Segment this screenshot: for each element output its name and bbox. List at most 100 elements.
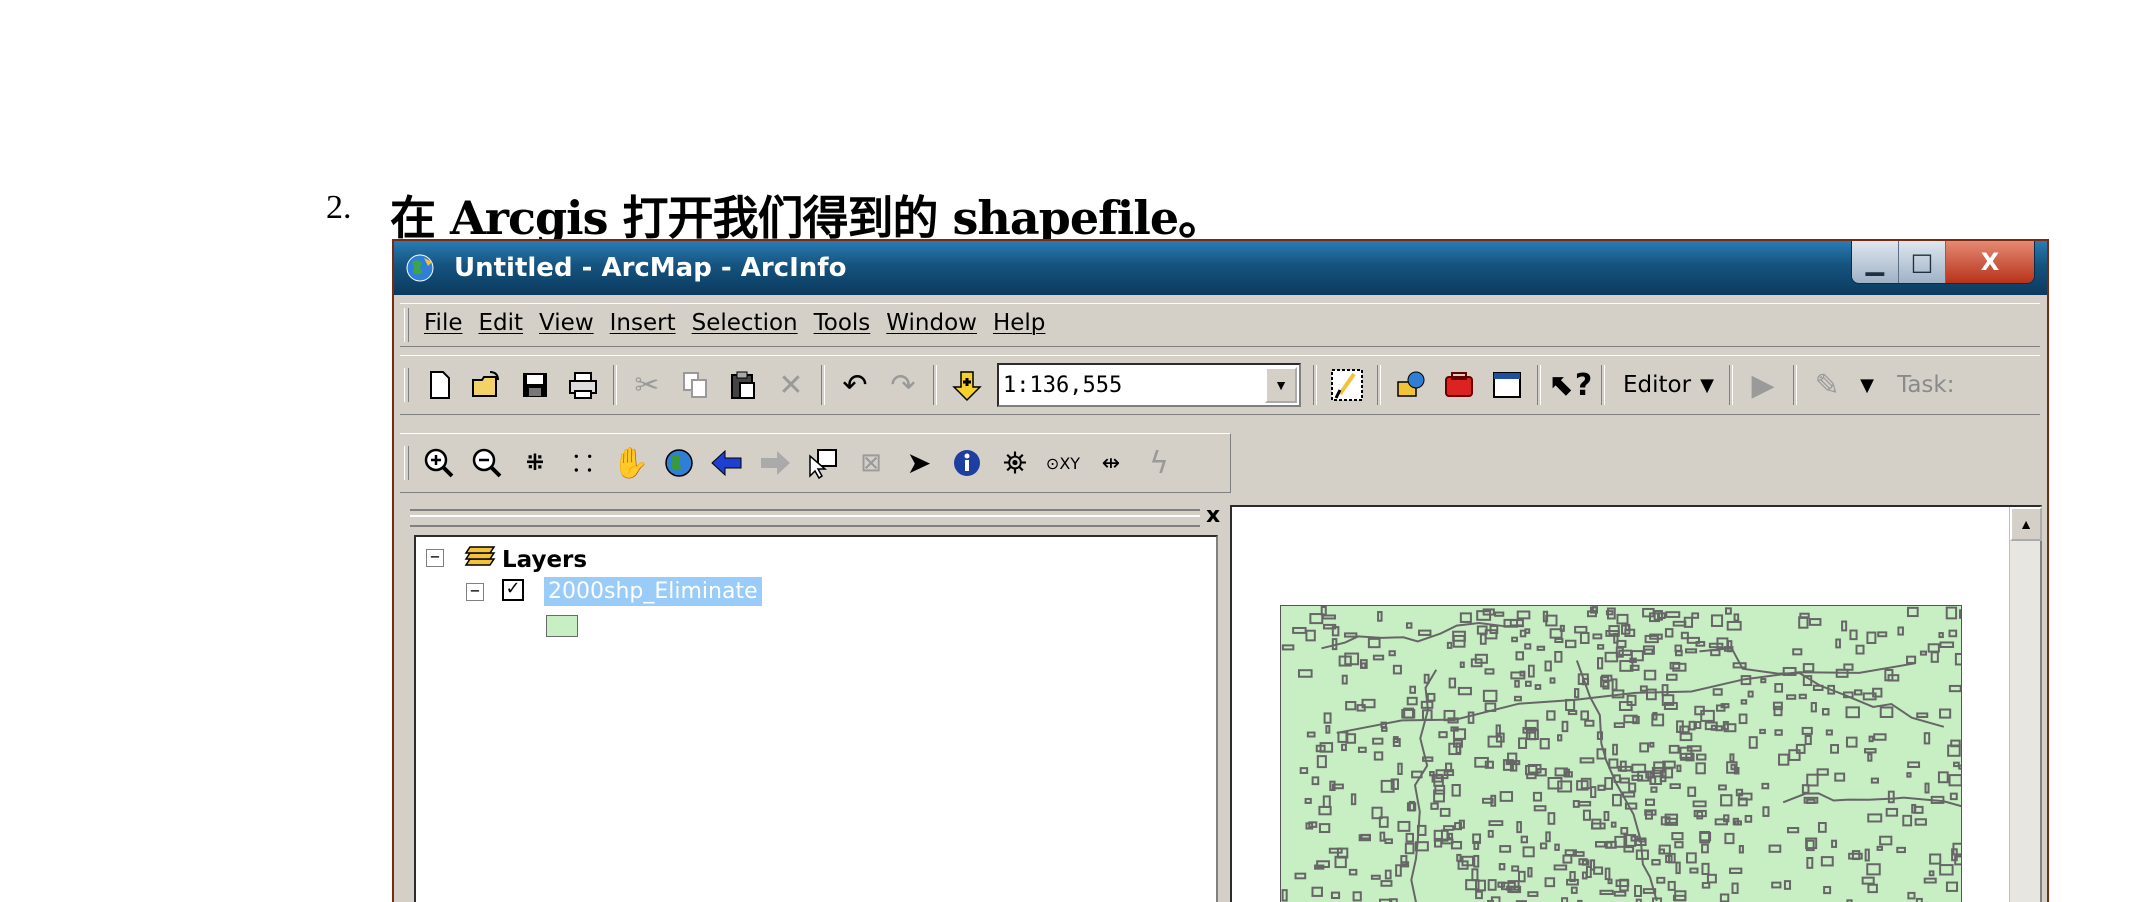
arcmap-globe-icon [406, 254, 434, 282]
editor-menu-label[interactable]: Editor [1623, 372, 1691, 398]
maximize-button[interactable]: □ [1899, 241, 1946, 283]
print-icon[interactable] [564, 365, 602, 405]
map-polygon [1669, 661, 1681, 670]
map-polygon [1467, 711, 1475, 724]
copy-icon[interactable] [676, 365, 714, 405]
map-polygon [1443, 825, 1455, 831]
back-arrow-icon[interactable] [708, 443, 746, 483]
map-polygon [1896, 846, 1906, 854]
cut-icon[interactable]: ✂ [628, 365, 666, 405]
map-polygon [1325, 725, 1331, 734]
measure-icon[interactable]: ⇹ [1092, 443, 1130, 483]
redo-icon[interactable]: ↷ [884, 365, 922, 405]
map-polygon [1817, 821, 1827, 833]
map-polygon [1321, 614, 1336, 620]
open-folder-icon[interactable] [468, 365, 506, 405]
add-data-icon[interactable] [948, 365, 986, 405]
map-polygon [1954, 652, 1961, 666]
menu-bar-grip[interactable] [404, 308, 409, 342]
delete-icon[interactable]: ✕ [772, 365, 810, 405]
fixed-zoom-in-icon[interactable]: ⁜ [516, 443, 554, 483]
menu-file[interactable]: File [424, 310, 463, 336]
toc-dock-handle[interactable] [410, 509, 1200, 527]
map-polygon [1426, 692, 1436, 702]
map-polygon [1679, 725, 1690, 734]
select-features-icon[interactable] [804, 443, 842, 483]
map-polygon [1360, 662, 1367, 669]
chevron-down-icon[interactable]: ▼ [1265, 367, 1297, 403]
map-polygon [1644, 798, 1656, 806]
menu-selection[interactable]: Selection [692, 310, 798, 336]
scroll-up-arrow-icon[interactable]: ▲ [2010, 507, 2042, 541]
layers-root-label[interactable]: Layers [502, 547, 587, 573]
pan-hand-icon[interactable]: ✋ [612, 443, 650, 483]
map-polygon [1622, 791, 1636, 798]
map-polygon [1487, 829, 1494, 838]
menu-window[interactable]: Window [886, 310, 977, 336]
editor-toolbar-icon[interactable] [1328, 365, 1366, 405]
map-polygon [1719, 893, 1730, 902]
clear-selection-icon[interactable]: ⊠ [852, 443, 890, 483]
sketch-tool-icon[interactable]: ✎ [1808, 365, 1846, 405]
map-polygon [1547, 812, 1556, 825]
toolbar-separator [1729, 365, 1734, 405]
map-polygon [1582, 809, 1591, 821]
new-document-icon[interactable] [420, 365, 458, 405]
toc-close-button[interactable]: x [1206, 503, 1220, 528]
layers-collapse-icon[interactable]: − [426, 549, 444, 567]
map-polygon [1639, 685, 1648, 692]
full-extent-globe-icon[interactable] [660, 443, 698, 483]
map-display[interactable]: ▲ [1230, 505, 2042, 902]
layer-symbol-swatch[interactable] [546, 615, 578, 637]
arctoolbox-icon[interactable] [1440, 365, 1478, 405]
map-polygon [1843, 663, 1854, 671]
map-polygon [1930, 651, 1939, 663]
chevron-down-icon[interactable]: ▼ [1856, 365, 1878, 405]
layer-name-label[interactable]: 2000shp_Eliminate [544, 577, 762, 606]
select-elements-arrow-icon[interactable]: ➤ [900, 443, 938, 483]
layer-visibility-checkbox[interactable]: ✓ [502, 579, 524, 601]
hyperlink-icon[interactable]: ϟ [1140, 443, 1178, 483]
zoom-in-icon[interactable] [420, 443, 458, 483]
map-scale-combobox[interactable]: 1:136,555 ▼ [997, 363, 1301, 407]
map-polygon [1348, 868, 1358, 876]
map-polygon [1397, 762, 1403, 775]
menu-tools[interactable]: Tools [814, 310, 871, 336]
map-polygon [1515, 651, 1525, 661]
undo-icon[interactable]: ↶ [836, 365, 874, 405]
toolbar-grip[interactable] [404, 446, 409, 480]
find-binoculars-icon[interactable]: ⛯ [996, 443, 1034, 483]
arccatalog-icon[interactable] [1392, 365, 1430, 405]
map-polygon [1611, 678, 1618, 691]
title-bar[interactable]: Untitled - ArcMap - ArcInfo ▁ □ X [394, 241, 2047, 295]
save-icon[interactable] [516, 365, 554, 405]
zoom-out-icon[interactable] [468, 443, 506, 483]
map-polygon [1639, 742, 1649, 753]
map-polygon [1762, 806, 1770, 817]
close-button[interactable]: X [1946, 241, 2034, 283]
menu-insert[interactable]: Insert [610, 310, 676, 336]
menu-view[interactable]: View [539, 310, 594, 336]
layer-collapse-icon[interactable]: − [466, 583, 484, 601]
paste-icon[interactable] [724, 365, 762, 405]
go-to-xy-icon[interactable]: ⊙XY [1044, 443, 1082, 483]
map-polygon [1692, 800, 1707, 808]
map-polygon [1959, 609, 1961, 619]
forward-arrow-icon[interactable] [756, 443, 794, 483]
map-polygon [1341, 674, 1348, 685]
identify-info-icon[interactable] [948, 443, 986, 483]
map-data-frame[interactable] [1280, 605, 1962, 902]
menu-edit[interactable]: Edit [479, 310, 524, 336]
vertical-scrollbar[interactable]: ▲ [2009, 507, 2042, 902]
fixed-zoom-out-icon[interactable]: ⸬ [564, 443, 602, 483]
command-line-icon[interactable] [1488, 365, 1526, 405]
whats-this-help-icon[interactable]: ⬉? [1550, 365, 1593, 405]
map-polygon [1864, 848, 1870, 862]
menu-help[interactable]: Help [993, 310, 1045, 336]
chevron-down-icon[interactable]: ▼ [1696, 365, 1718, 405]
edit-tool-icon[interactable]: ▶ [1744, 365, 1782, 405]
map-polygon [1322, 795, 1331, 808]
map-polygon [1554, 843, 1560, 851]
minimize-button[interactable]: ▁ [1852, 241, 1899, 283]
toolbar-grip[interactable] [404, 368, 409, 402]
